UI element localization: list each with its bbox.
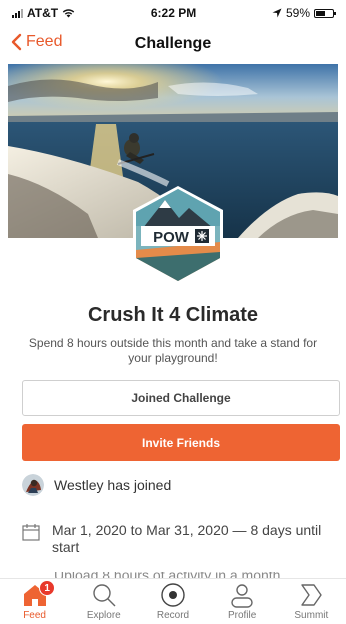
page-title: Challenge [134, 35, 212, 52]
battery-percent: 59% [285, 6, 310, 20]
pow-badge: POW [133, 186, 223, 284]
challenge-description: Spend 8 hours outside this month and tak… [28, 336, 318, 365]
tab-explore[interactable]: Explore [69, 582, 138, 621]
tab-summit[interactable]: Summit [277, 582, 346, 621]
nav-bar: Feed Challenge [0, 26, 346, 62]
status-bar: AT&T 6:22 PM 59% [0, 0, 346, 26]
joined-text: Westley has joined [54, 477, 172, 493]
snowflake-icon [197, 231, 207, 241]
chevron-left-icon [11, 33, 22, 51]
status-right: 59% [272, 6, 336, 20]
notification-badge: 1 [39, 580, 56, 596]
battery-icon [314, 8, 336, 18]
tab-label: Record [156, 610, 190, 621]
back-label: Feed [26, 33, 63, 50]
wifi-icon [62, 9, 75, 18]
joined-row[interactable]: Westley has joined [22, 474, 171, 496]
tab-label: Feed [23, 610, 46, 621]
clock: 6:22 PM [150, 6, 197, 20]
back-button[interactable]: Feed [10, 33, 62, 51]
challenge-title: Crush It 4 Climate [87, 304, 259, 326]
profile-icon [231, 584, 253, 608]
carrier-label: AT&T [27, 6, 59, 20]
tab-feed[interactable]: 1 Feed [0, 580, 69, 621]
signal-icon [12, 8, 23, 18]
tab-label: Explore [86, 610, 121, 621]
tab-profile[interactable]: Profile [208, 582, 277, 621]
calendar-icon [22, 524, 40, 541]
date-range-text: Mar 1, 2020 to Mar 31, 2020 — 8 days unt… [52, 522, 322, 555]
tab-label: Summit [294, 610, 329, 621]
summit-icon [301, 584, 323, 606]
search-icon [93, 584, 116, 607]
invite-friends-button[interactable]: Invite Friends [22, 424, 340, 461]
badge-text: POW [153, 229, 190, 246]
date-row: Mar 1, 2020 to Mar 31, 2020 — 8 days unt… [22, 522, 322, 556]
tab-label: Profile [227, 610, 257, 621]
location-arrow-icon [272, 8, 282, 18]
avatar [22, 474, 44, 496]
status-left: AT&T [12, 6, 75, 20]
joined-challenge-button[interactable]: Joined Challenge [22, 380, 340, 416]
tab-bar: 1 Feed Explore Record Profile Summit [0, 578, 346, 624]
record-icon [161, 583, 185, 607]
tab-record[interactable]: Record [138, 582, 207, 621]
